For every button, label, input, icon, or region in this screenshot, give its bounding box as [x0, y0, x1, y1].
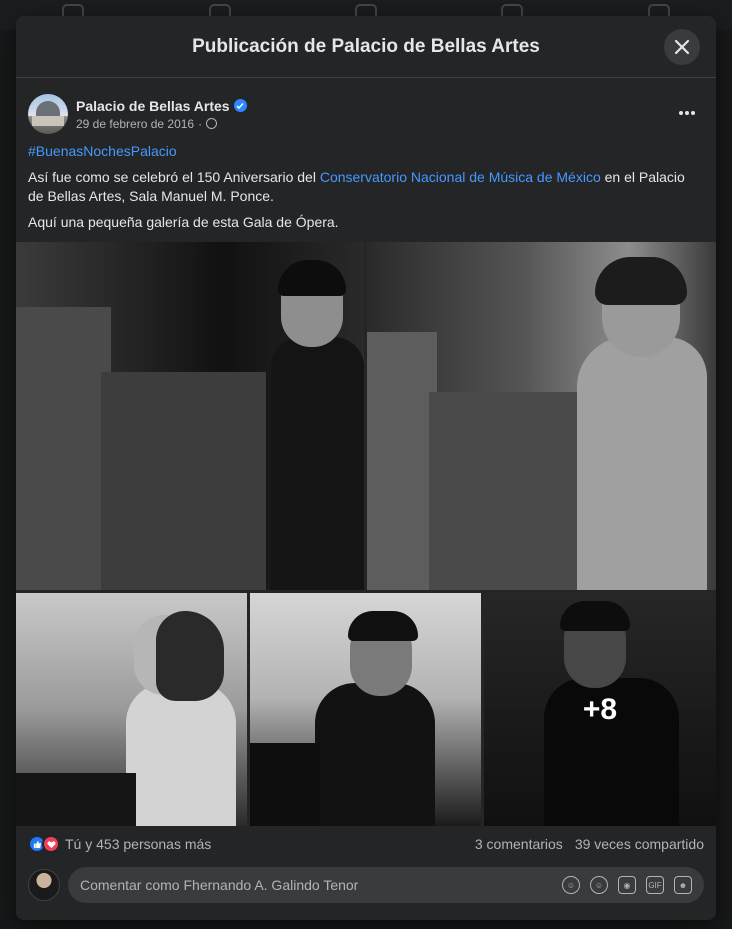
- camera-icon[interactable]: ◉: [618, 876, 636, 894]
- hashtag-link[interactable]: #BuenasNochesPalacio: [28, 142, 704, 161]
- post-paragraph-1: Así fue como se celebró el 150 Aniversar…: [28, 168, 704, 206]
- comment-placeholder: Comentar como Fhernando A. Galindo Tenor: [80, 877, 359, 893]
- gallery-photo-3[interactable]: [16, 593, 247, 826]
- post-date[interactable]: 29 de febrero de 2016: [76, 117, 194, 131]
- close-icon: [674, 39, 690, 55]
- current-user-avatar[interactable]: [28, 869, 60, 901]
- gif-icon[interactable]: GIF: [646, 876, 664, 894]
- gallery-photo-5-more[interactable]: +8: [484, 593, 716, 826]
- comment-input[interactable]: Comentar como Fhernando A. Galindo Tenor…: [68, 867, 704, 903]
- post-body: #BuenasNochesPalacio Así fue como se cel…: [16, 142, 716, 232]
- more-options-icon: [679, 111, 695, 115]
- gallery-photo-4[interactable]: [250, 593, 481, 826]
- verified-badge-icon: [233, 99, 247, 112]
- reactions-summary[interactable]: Tú y 453 personas más: [28, 835, 211, 853]
- gallery-photo-2[interactable]: [367, 242, 716, 590]
- love-reaction-icon: [42, 835, 60, 853]
- gallery-photo-1[interactable]: [16, 242, 364, 590]
- sticker-icon[interactable]: ☻: [674, 876, 692, 894]
- photo-gallery: +8: [16, 242, 716, 826]
- page-info: Palacio de Bellas Artes 29 de febrero de…: [76, 98, 247, 131]
- reactions-count-text: Tú y 453 personas más: [65, 836, 212, 852]
- date-separator: ·: [198, 116, 203, 131]
- comments-count-link[interactable]: 3 comentarios: [475, 836, 563, 852]
- more-photos-count: +8: [582, 692, 618, 726]
- emoji-icon[interactable]: ☺: [590, 876, 608, 894]
- shares-count-link[interactable]: 39 veces compartido: [575, 836, 704, 852]
- more-options-button[interactable]: [678, 100, 696, 121]
- avatar-sticker-icon[interactable]: ☺: [562, 876, 580, 894]
- post-paragraph-2: Aquí una pequeña galería de esta Gala de…: [28, 214, 339, 230]
- comment-composer: Comentar como Fhernando A. Galindo Tenor…: [28, 866, 704, 904]
- more-photos-overlay[interactable]: +8: [484, 593, 716, 826]
- page-name-link[interactable]: Palacio de Bellas Artes: [76, 98, 230, 114]
- page-avatar[interactable]: [28, 94, 68, 134]
- post-header: Palacio de Bellas Artes 29 de febrero de…: [16, 78, 716, 138]
- conservatorio-link[interactable]: Conservatorio Nacional de Música de Méxi…: [320, 169, 601, 185]
- globe-icon: [206, 118, 218, 129]
- reactions-bar: Tú y 453 personas más 3 comentarios 39 v…: [28, 834, 704, 854]
- modal-title: Publicación de Palacio de Bellas Artes: [192, 35, 540, 57]
- close-button[interactable]: [664, 29, 700, 65]
- post-text-segment: Así fue como se celebró el 150 Aniversar…: [28, 169, 320, 185]
- post-modal: Publicación de Palacio de Bellas Artes P…: [16, 16, 716, 920]
- modal-header: Publicación de Palacio de Bellas Artes: [16, 16, 716, 78]
